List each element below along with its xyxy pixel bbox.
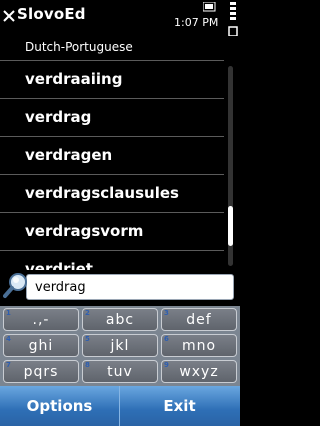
word-list: verdraaiing verdrag verdragen verdragscl…	[0, 60, 224, 288]
battery-icon	[228, 2, 238, 36]
options-button[interactable]: Options	[0, 386, 120, 426]
list-item-label: verdragen	[25, 146, 113, 164]
list-item[interactable]: verdragsclausules	[0, 175, 224, 213]
list-item[interactable]: verdragen	[0, 137, 224, 175]
key-8[interactable]: 8 tuv	[82, 360, 158, 383]
key-7[interactable]: 7 pqrs	[3, 360, 79, 383]
list-item-label: verdragsclausules	[25, 184, 179, 202]
list-item[interactable]: verdraaiing	[0, 60, 224, 99]
close-icon[interactable]	[3, 9, 15, 23]
list-item-label: verdraaiing	[25, 70, 123, 88]
search-icon	[3, 273, 27, 298]
key-letters: tuv	[107, 364, 133, 380]
app-title: SlovoEd	[17, 5, 86, 23]
key-2[interactable]: 2 abc	[82, 308, 158, 331]
key-letters: ghi	[28, 338, 54, 354]
list-item-label: verdrag	[25, 108, 92, 126]
exit-button[interactable]: Exit	[120, 386, 239, 426]
search-input[interactable]	[26, 274, 234, 300]
dictionary-name: Dutch-Portuguese	[25, 40, 133, 54]
list-item[interactable]: verdrag	[0, 99, 224, 137]
key-letters: def	[186, 312, 212, 328]
clock: 1:07 PM	[174, 16, 219, 29]
key-letters: abc	[105, 312, 135, 328]
softkey-bar: Options Exit	[0, 386, 240, 426]
signal-icon	[203, 2, 216, 12]
key-6[interactable]: 6 mno	[161, 334, 237, 357]
list-item[interactable]: verdragsvorm	[0, 213, 224, 251]
key-letters: .,-	[32, 312, 50, 328]
scrollbar[interactable]	[228, 66, 233, 266]
status-bar: SlovoEd 1:07 PM	[0, 0, 240, 36]
key-4[interactable]: 4 ghi	[3, 334, 79, 357]
search-area	[0, 270, 240, 306]
key-letters: pqrs	[23, 364, 59, 380]
keypad: 1 .,- 2 abc 3 def 4 ghi 5 jkl 6 mno 7 pqrs 8 tuv…	[0, 306, 240, 386]
key-letters: jkl	[110, 338, 130, 354]
key-letters: mno	[181, 338, 217, 354]
key-1[interactable]: 1 .,-	[3, 308, 79, 331]
scrollbar-thumb[interactable]	[228, 206, 233, 246]
key-3[interactable]: 3 def	[161, 308, 237, 331]
key-9[interactable]: 9 wxyz	[161, 360, 237, 383]
key-letters: wxyz	[179, 364, 219, 380]
key-5[interactable]: 5 jkl	[82, 334, 158, 357]
list-item-label: verdragsvorm	[25, 222, 144, 240]
